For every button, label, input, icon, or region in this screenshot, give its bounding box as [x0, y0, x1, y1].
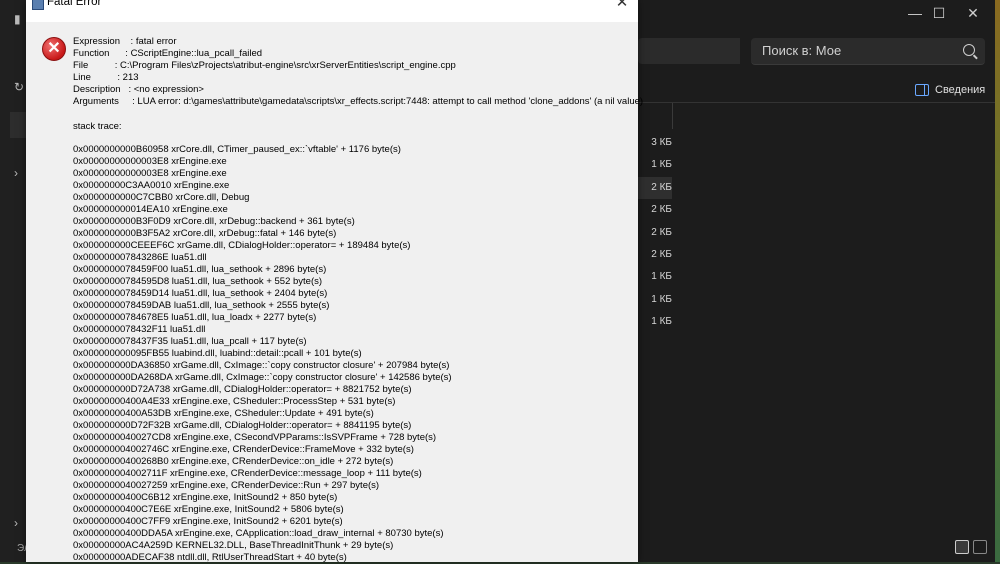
error-info-label: Description [73, 84, 121, 95]
error-info-label: Function [73, 48, 110, 59]
file-row-size[interactable]: 1 КБ [638, 311, 672, 333]
view-switcher [955, 540, 987, 554]
stack-trace-line: 0x000000000D72A738 xrGame.dll, CDialogHo… [73, 384, 412, 395]
error-info-separator: : [120, 84, 134, 95]
stack-trace-line: 0x0000000000B3F0D9 xrCore.dll, xrDebug::… [73, 216, 355, 227]
file-row-size[interactable]: 2 КБ [638, 176, 672, 199]
error-info-label: Arguments [73, 96, 119, 107]
toolbar-divider [638, 102, 995, 103]
error-info-separator: : [118, 96, 138, 107]
address-bar[interactable] [638, 38, 740, 64]
search-icon[interactable] [963, 44, 975, 56]
stack-trace-line: 0x00000000C3AA0010 xrEngine.exe [73, 180, 230, 191]
stack-trace-title: stack trace: [73, 121, 122, 132]
stack-trace-line: 0x0000000000B60958 xrCore.dll, CTimer_pa… [73, 144, 401, 155]
file-row-size[interactable]: 1 КБ [638, 154, 672, 176]
stack-trace-line: 0x0000000078459D14 lua51.dll, lua_sethoo… [73, 288, 328, 299]
search-placeholder: Поиск в: Мое [762, 43, 842, 58]
refresh-icon[interactable]: ↻ [14, 80, 24, 94]
stack-trace-line: 0x0000000040027259 xrEngine.exe, CRender… [73, 480, 380, 491]
search-input[interactable]: Поиск в: Мое [751, 38, 985, 65]
stack-trace-line: 0x000000000DA36850 xrGame.dll, CxImage::… [73, 360, 450, 371]
stack-trace-line: 0x0000000078437F35 lua51.dll, lua_pcall … [73, 336, 307, 347]
dialog-titlebar: Fatal Error ✕ [26, 0, 638, 14]
close-button[interactable]: ✕ [958, 4, 988, 22]
error-info-value: LUA error: d:\games\attribute\gamedata\s… [137, 96, 644, 107]
stack-trace-line: 0x00000000400C6B12 xrEngine.exe, InitSou… [73, 492, 338, 503]
error-icon: ✕ [42, 37, 66, 61]
stack-trace-line: 0x0000000040027CD8 xrEngine.exe, CSecond… [73, 432, 437, 443]
stack-trace-line: 0x00000000784595D8 lua51.dll, lua_sethoo… [73, 276, 323, 287]
chevron-right-icon[interactable]: › [14, 166, 18, 180]
details-label: Сведения [935, 84, 986, 96]
chevron-right-icon[interactable]: › [14, 516, 18, 530]
stack-trace-line: 0x0000000078432F11 lua51.dll [73, 324, 206, 335]
stack-trace-line: 0x00000000400C7FF9 xrEngine.exe, InitSou… [73, 516, 343, 527]
stack-trace-list: 0x0000000000B60958 xrCore.dll, CTimer_pa… [73, 144, 452, 564]
stack-trace-line: 0x00000000400268B0 xrEngine.exe, CRender… [73, 456, 394, 467]
error-info-value: 213 [122, 72, 139, 83]
file-row-size[interactable]: 2 КБ [638, 199, 672, 221]
error-info-separator: : [120, 36, 136, 47]
error-info-value: <no expression> [133, 84, 204, 95]
stack-trace-line: 0x00000000400DDA5A xrEngine.exe, CApplic… [73, 528, 444, 539]
explorer-nav-pane: ▮ ↻ › › [0, 0, 28, 562]
error-info-line: Line : 213 [73, 72, 643, 84]
folder-icon: ▮ [14, 12, 21, 26]
error-info-line: Expression : fatal error [73, 36, 643, 48]
stack-trace-line: 0x0000000000C7CBB0 xrCore.dll, Debug [73, 192, 250, 203]
stack-trace-line: 0x000000000095FB55 luabind.dll, luabind:… [73, 348, 362, 359]
stack-trace-line: 0x0000000078459F00 lua51.dll, lua_sethoo… [73, 264, 327, 275]
error-info: Expression : fatal error Function : CScri… [73, 36, 643, 108]
error-info-separator: : [88, 60, 120, 71]
maximize-button[interactable]: ☐ [924, 4, 954, 22]
error-info-line: Arguments : LUA error: d:\games\attribut… [73, 96, 643, 108]
error-info-separator: : [90, 72, 123, 83]
file-row-size[interactable]: 2 КБ [638, 222, 672, 244]
explorer-titlebar: — ☐ ✕ [638, 0, 995, 28]
stack-trace-line: 0x000000000CEEEF6C xrGame.dll, CDialogHo… [73, 240, 411, 251]
error-info-label: File [73, 60, 89, 71]
stack-trace-line: 0x00000000000003E8 xrEngine.exe [73, 168, 227, 179]
stack-trace-line: 0x000000007843286E lua51.dll [73, 252, 207, 263]
stack-trace-line: 0x00000000784678E5 lua51.dll, lua_loadx … [73, 312, 317, 323]
file-row-size[interactable]: 1 КБ [638, 289, 672, 311]
tiles-view-button[interactable] [973, 540, 987, 554]
error-info-line: File : C:\Program Files\zProjects\atribu… [73, 60, 643, 72]
file-row-size[interactable]: 3 КБ [638, 132, 672, 154]
stack-trace-line: 0x00000000000003E8 xrEngine.exe [73, 156, 227, 167]
error-info-separator: : [109, 48, 131, 59]
stack-trace-line: 0x00000000400A4E33 xrEngine.exe, CShedul… [73, 396, 396, 407]
file-row-size[interactable]: 2 КБ [638, 244, 672, 266]
fatal-error-dialog: Fatal Error ✕ ✕ Expression : fatal error… [26, 0, 643, 564]
column-divider[interactable] [672, 103, 673, 129]
details-button[interactable]: Сведения [915, 81, 985, 99]
dialog-close-button[interactable]: ✕ [612, 0, 632, 11]
details-pane-icon [915, 84, 929, 96]
stack-trace-line: 0x000000004002711F xrEngine.exe, CRender… [73, 468, 422, 479]
stack-trace-line: 0x0000000078459DAB lua51.dll, lua_sethoo… [73, 300, 330, 311]
stack-trace-line: 0x000000000D72F32B xrGame.dll, CDialogHo… [73, 420, 412, 431]
error-info-label: Line [73, 72, 91, 83]
error-info-label: Expression [73, 36, 120, 47]
stack-trace-line: 0x000000000DA268DA xrGame.dll, CxImage::… [73, 372, 452, 383]
stack-trace-line: 0x00000000400C7E6E xrEngine.exe, InitSou… [73, 504, 344, 515]
error-info-line: Description : <no expression> [73, 84, 643, 96]
error-info-line: Function : CScriptEngine::lua_pcall_fail… [73, 48, 643, 60]
dialog-title: Fatal Error [47, 0, 102, 8]
stack-trace-line: 0x0000000000B3F5A2 xrCore.dll, xrDebug::… [73, 228, 337, 239]
stack-trace-line: 0x00000000AC4A259D KERNEL32.DLL, BaseThr… [73, 540, 394, 551]
stack-trace-line: 0x000000000014EA10 xrEngine.exe [73, 204, 228, 215]
stack-trace-line: 0x000000004002746C xrEngine.exe, CRender… [73, 444, 414, 455]
app-icon [32, 0, 44, 10]
error-info-value: CScriptEngine::lua_pcall_failed [130, 48, 263, 59]
error-info-value: C:\Program Files\zProjects\atribut-engin… [120, 60, 456, 71]
stack-trace-line: 0x00000000400A53DB xrEngine.exe, CShedul… [73, 408, 374, 419]
stack-trace-line: 0x00000000ADECAF38 ntdll.dll, RtlUserThr… [73, 552, 347, 563]
error-info-value: fatal error [135, 36, 177, 47]
details-view-button[interactable] [955, 540, 969, 554]
file-row-size[interactable]: 1 КБ [638, 266, 672, 288]
dialog-body: ✕ Expression : fatal error Function : CSc… [26, 22, 643, 564]
desktop-wallpaper-edge [995, 0, 1000, 562]
